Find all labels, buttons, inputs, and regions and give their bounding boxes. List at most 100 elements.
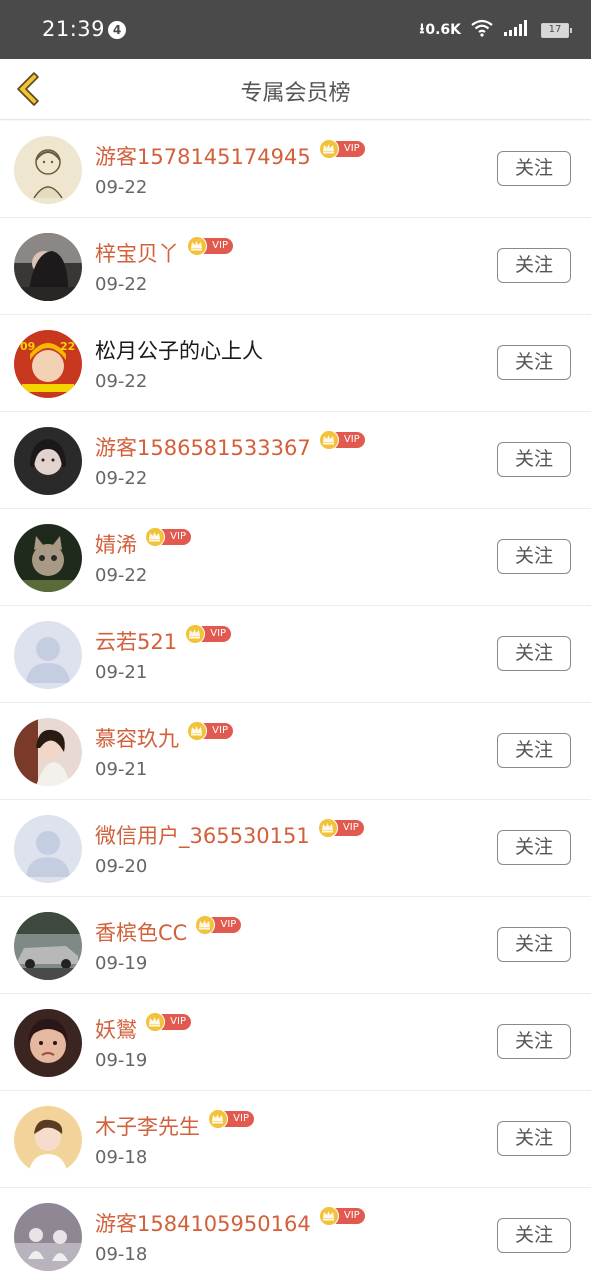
member-row[interactable]: 游客1578145174945 VIP 09-22 关注: [0, 121, 591, 218]
member-row[interactable]: 微信用户_365530151 VIP 09-20 关注: [0, 800, 591, 897]
avatar[interactable]: [14, 912, 82, 980]
svg-text:22: 22: [60, 340, 75, 353]
member-name[interactable]: 游客1584105950164: [95, 1208, 311, 1238]
vip-badge: VIP: [187, 236, 233, 256]
crown-icon: [208, 1109, 228, 1129]
member-date: 09-22: [95, 468, 148, 489]
battery-icon: 17: [541, 22, 572, 38]
member-date: 09-18: [95, 1147, 148, 1168]
avatar[interactable]: [14, 136, 82, 204]
crown-icon: [145, 527, 165, 547]
member-row[interactable]: 木子李先生 VIP 09-18 关注: [0, 1091, 591, 1188]
network-speed: ⭳ 0.6K: [419, 18, 461, 42]
crown-icon: [318, 139, 339, 159]
crown-icon: [318, 430, 339, 450]
member-name-line: 香槟色CC VIP: [95, 915, 242, 947]
member-name-line: 梓宝贝丫 VIP: [95, 236, 233, 268]
member-name-line: 云若521 VIP: [95, 624, 232, 656]
follow-button[interactable]: 关注: [497, 830, 571, 865]
avatar[interactable]: 09 22: [14, 330, 82, 398]
member-name[interactable]: 慕容玖九: [95, 723, 179, 753]
member-row[interactable]: 游客1586581533367 VIP 09-22 关注: [0, 412, 591, 509]
notification-count-badge: 4: [108, 21, 126, 39]
member-name-line: 游客1584105950164 VIP: [95, 1206, 365, 1238]
network-speed-value: 0.6K: [425, 22, 461, 38]
member-name-line: 游客1578145174945 VIP: [95, 139, 365, 171]
vip-badge: VIP: [187, 721, 233, 741]
member-name-line: 游客1586581533367 VIP: [95, 430, 365, 462]
member-name-line: 妖鸑 VIP: [95, 1012, 191, 1044]
member-name[interactable]: 游客1578145174945: [95, 141, 311, 171]
member-row[interactable]: 婧浠 VIP 09-22 关注: [0, 509, 591, 606]
avatar[interactable]: [14, 1203, 82, 1271]
face-avatar: [14, 1009, 82, 1077]
vip-badge: VIP: [318, 430, 365, 450]
member-name[interactable]: 婧浠: [95, 529, 137, 559]
member-name[interactable]: 木子李先生: [95, 1111, 200, 1141]
dark-hair-avatar: [14, 233, 82, 301]
crown-icon: [187, 236, 207, 256]
member-date: 09-21: [95, 759, 148, 780]
default-avatar: [14, 621, 82, 689]
member-name[interactable]: 梓宝贝丫: [95, 238, 179, 268]
member-date: 09-18: [95, 1244, 148, 1265]
avatar[interactable]: [14, 427, 82, 495]
red-poster-avatar: 09 22: [14, 330, 82, 398]
member-name[interactable]: 妖鸑: [95, 1014, 137, 1044]
member-row[interactable]: 游客1584105950164 VIP 09-18 关注: [0, 1188, 591, 1280]
crown-icon: [145, 1012, 165, 1032]
member-name-line: 松月公子的心上人: [95, 335, 263, 365]
member-name-line: 婧浠 VIP: [95, 527, 191, 559]
member-name[interactable]: 松月公子的心上人: [95, 335, 263, 365]
member-date: 09-19: [95, 953, 148, 974]
member-row[interactable]: 慕容玖九 VIP 09-21 关注: [0, 703, 591, 800]
member-date: 09-22: [95, 274, 148, 295]
follow-button[interactable]: 关注: [497, 636, 571, 671]
crown-icon: [185, 624, 206, 644]
follow-button[interactable]: 关注: [497, 151, 571, 186]
avatar[interactable]: [14, 621, 82, 689]
page-title: 专属会员榜: [240, 81, 351, 106]
follow-button[interactable]: 关注: [497, 927, 571, 962]
member-date: 09-22: [95, 371, 148, 392]
member-name-line: 木子李先生 VIP: [95, 1109, 254, 1141]
crown-icon: [187, 721, 207, 741]
wifi-icon: [471, 19, 493, 41]
status-time: 21:39: [42, 17, 106, 41]
member-date: 09-22: [95, 177, 148, 198]
member-list: 游客1578145174945 VIP 09-22 关注 梓宝贝丫 VIP 09…: [0, 121, 591, 1280]
member-name[interactable]: 微信用户_365530151: [95, 820, 310, 850]
avatar[interactable]: [14, 524, 82, 592]
member-row[interactable]: 云若521 VIP 09-21 关注: [0, 606, 591, 703]
svg-text:09: 09: [20, 340, 35, 353]
follow-button[interactable]: 关注: [497, 1121, 571, 1156]
follow-button[interactable]: 关注: [497, 248, 571, 283]
status-indicators: ⭳ 0.6K 17: [419, 18, 572, 42]
member-date: 09-21: [95, 662, 148, 683]
avatar[interactable]: [14, 233, 82, 301]
member-row[interactable]: 妖鸑 VIP 09-19 关注: [0, 994, 591, 1091]
status-bar: 21:39 4 ⭳ 0.6K 17: [0, 0, 591, 59]
follow-button[interactable]: 关注: [497, 345, 571, 380]
follow-button[interactable]: 关注: [497, 539, 571, 574]
follow-button[interactable]: 关注: [497, 1218, 571, 1253]
member-name[interactable]: 游客1586581533367: [95, 432, 311, 462]
member-row[interactable]: 香槟色CC VIP 09-19 关注: [0, 897, 591, 994]
member-name-line: 微信用户_365530151 VIP: [95, 818, 364, 850]
avatar[interactable]: [14, 718, 82, 786]
member-name[interactable]: 云若521: [95, 626, 177, 656]
sketch-avatar: [14, 136, 82, 204]
avatar[interactable]: [14, 1009, 82, 1077]
download-arrow-icon: ⭳: [419, 21, 425, 37]
member-date: 09-19: [95, 1050, 148, 1071]
follow-button[interactable]: 关注: [497, 1024, 571, 1059]
car-avatar: [14, 912, 82, 980]
vip-badge: VIP: [317, 818, 364, 838]
member-row[interactable]: 梓宝贝丫 VIP 09-22 关注: [0, 218, 591, 315]
avatar[interactable]: [14, 815, 82, 883]
member-row[interactable]: 09 22 松月公子的心上人 09-22 关注: [0, 315, 591, 412]
follow-button[interactable]: 关注: [497, 733, 571, 768]
member-name[interactable]: 香槟色CC: [95, 917, 187, 947]
follow-button[interactable]: 关注: [497, 442, 571, 477]
avatar[interactable]: [14, 1106, 82, 1174]
